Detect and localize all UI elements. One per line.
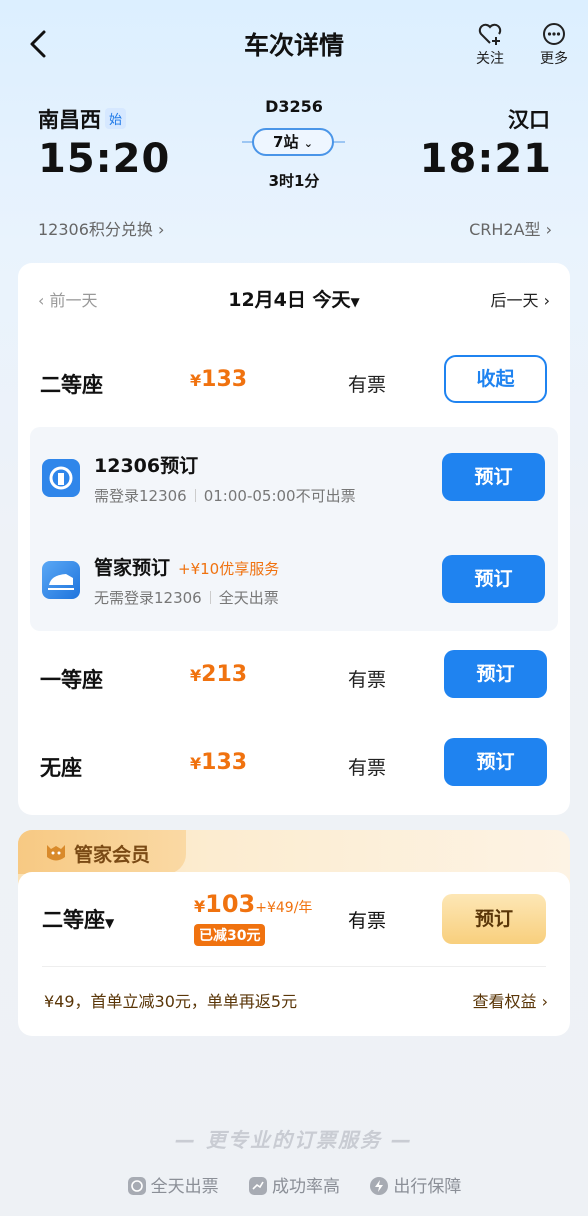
book-butler-button[interactable]: 预订 bbox=[442, 555, 545, 603]
ticket-status: 有票 bbox=[348, 374, 387, 396]
member-seat-name: 二等座 bbox=[42, 908, 105, 932]
price-value: 133 bbox=[201, 750, 248, 775]
service-slogan: — 更专业的订票服务 — bbox=[175, 1128, 413, 1152]
train-number: D3256 bbox=[265, 97, 323, 116]
member-tag: 管家会员 bbox=[18, 830, 186, 874]
book-no-seat-button[interactable]: 预订 bbox=[444, 738, 547, 786]
feature-all-day: 全天出票 bbox=[127, 1172, 219, 1197]
price-value: 133 bbox=[201, 367, 248, 392]
currency-symbol: ¥ bbox=[190, 754, 202, 773]
option-note-1: 无需登录12306 bbox=[94, 589, 202, 607]
seat-price: ¥133 bbox=[190, 750, 247, 775]
member-tag-label: 管家会员 bbox=[74, 844, 151, 866]
option-note-1: 需登录12306 bbox=[94, 487, 187, 505]
seat-name: 二等座 bbox=[40, 373, 103, 397]
option-subtitle: 需登录12306 01:00-05:00不可出票 bbox=[94, 485, 356, 506]
option-title-text: 管家预订 bbox=[94, 557, 171, 579]
heart-plus-icon bbox=[478, 23, 502, 45]
feature-travel-protection: 出行保障 bbox=[369, 1172, 461, 1197]
member-section: 管家会员 二等座▼ ¥103+¥49/年 已减30元 有票 预订 ¥49，首单立… bbox=[18, 830, 570, 1036]
ticket-status: 有票 bbox=[348, 910, 387, 932]
caret-down-icon: ▼ bbox=[105, 916, 115, 930]
collapse-button[interactable]: 收起 bbox=[444, 355, 547, 403]
member-book-button[interactable]: 预订 bbox=[442, 894, 546, 944]
date-selector[interactable]: 12月4日 今天▼ bbox=[18, 285, 570, 312]
currency-symbol: ¥ bbox=[190, 666, 202, 685]
feature-list: 全天出票 成功率高 出行保障 bbox=[0, 1172, 588, 1197]
feature-label: 成功率高 bbox=[272, 1177, 340, 1197]
seat-price: ¥133 bbox=[190, 367, 247, 392]
more-button[interactable]: 更多 bbox=[532, 22, 576, 68]
stops-dropdown[interactable]: 7站 ⌄ bbox=[252, 128, 334, 156]
member-offer-text: ¥49，首单立减30元，单单再返5元 bbox=[44, 992, 298, 1011]
butler-mascot-icon bbox=[47, 845, 65, 861]
price-value: 213 bbox=[201, 662, 248, 687]
points-exchange-link[interactable]: 12306积分兑换 › bbox=[38, 216, 164, 240]
member-price: ¥103+¥49/年 bbox=[194, 890, 312, 918]
seat-row-no-seat: 无座 ¥133 有票 预订 bbox=[18, 738, 570, 798]
option-subtitle: 无需登录12306 全天出票 bbox=[94, 587, 279, 608]
arrival-station: 汉口 bbox=[508, 108, 550, 132]
seat-card: ‹ 前一天 12月4日 今天▼ 后一天 › 二等座 ¥133 有票 收起 123… bbox=[18, 263, 570, 815]
more-dots-icon bbox=[543, 23, 565, 45]
discount-badge: 已减30元 bbox=[194, 924, 266, 946]
arrival-time: 18:21 bbox=[419, 136, 552, 182]
option-title: 管家预订 +¥10优享服务 bbox=[94, 553, 279, 580]
railway-12306-icon bbox=[42, 459, 80, 497]
stops-count: 7站 bbox=[273, 133, 299, 151]
seat-row-second-class: 二等座 ¥133 有票 收起 bbox=[18, 355, 570, 415]
route-summary: 南昌西始 15:20 D3256 7站 ⌄ 3时1分 汉口 18:21 1230… bbox=[0, 90, 588, 250]
price-value: 103 bbox=[205, 890, 256, 918]
divider bbox=[42, 966, 546, 967]
caret-down-icon: ▼ bbox=[350, 295, 360, 309]
follow-button[interactable]: 关注 bbox=[468, 22, 512, 68]
premium-service-note: +¥10优享服务 bbox=[178, 560, 280, 578]
booking-options: 12306预订 需登录12306 01:00-05:00不可出票 预订 管家预订 +… bbox=[30, 427, 558, 631]
option-title: 12306预订 bbox=[94, 455, 199, 477]
chevron-down-icon: ⌄ bbox=[303, 137, 313, 150]
follow-label: 关注 bbox=[476, 51, 504, 67]
lightning-shield-icon bbox=[370, 1177, 389, 1195]
ticket-status: 有票 bbox=[348, 669, 387, 691]
chart-up-icon bbox=[249, 1177, 267, 1195]
feature-success-rate: 成功率高 bbox=[248, 1172, 340, 1197]
option-butler: 管家预订 +¥10优享服务 无需登录12306 全天出票 预订 bbox=[30, 533, 558, 625]
membership-fee: +¥49/年 bbox=[255, 900, 313, 916]
top-bar: 车次详情 关注 更多 bbox=[0, 0, 588, 90]
view-benefits-link[interactable]: 查看权益 › bbox=[473, 988, 549, 1012]
member-seat-selector[interactable]: 二等座▼ bbox=[42, 904, 114, 934]
train-model-link[interactable]: CRH2A型 › bbox=[469, 216, 552, 240]
option-12306: 12306预订 需登录12306 01:00-05:00不可出票 预订 bbox=[30, 431, 558, 523]
next-day-button[interactable]: 后一天 › bbox=[491, 287, 551, 311]
member-card: 二等座▼ ¥103+¥49/年 已减30元 有票 预订 ¥49，首单立减30元，… bbox=[18, 872, 570, 1036]
option-note-2: 01:00-05:00不可出票 bbox=[203, 487, 356, 505]
currency-symbol: ¥ bbox=[194, 897, 206, 916]
ticket-status: 有票 bbox=[348, 757, 387, 779]
feature-label: 全天出票 bbox=[150, 1177, 219, 1197]
seat-price: ¥213 bbox=[190, 662, 247, 687]
option-note-2: 全天出票 bbox=[218, 589, 279, 607]
seat-name: 一等座 bbox=[40, 668, 103, 692]
book-first-class-button[interactable]: 预订 bbox=[444, 650, 547, 698]
train-icon bbox=[42, 561, 80, 599]
book-12306-button[interactable]: 预订 bbox=[442, 453, 545, 501]
current-date: 12月4日 今天 bbox=[228, 289, 351, 311]
more-label: 更多 bbox=[540, 51, 568, 67]
clock-icon bbox=[127, 1177, 146, 1195]
seat-row-first-class: 一等座 ¥213 有票 预订 bbox=[18, 650, 570, 710]
currency-symbol: ¥ bbox=[190, 371, 202, 390]
feature-label: 出行保障 bbox=[393, 1177, 462, 1197]
seat-name: 无座 bbox=[40, 756, 82, 780]
